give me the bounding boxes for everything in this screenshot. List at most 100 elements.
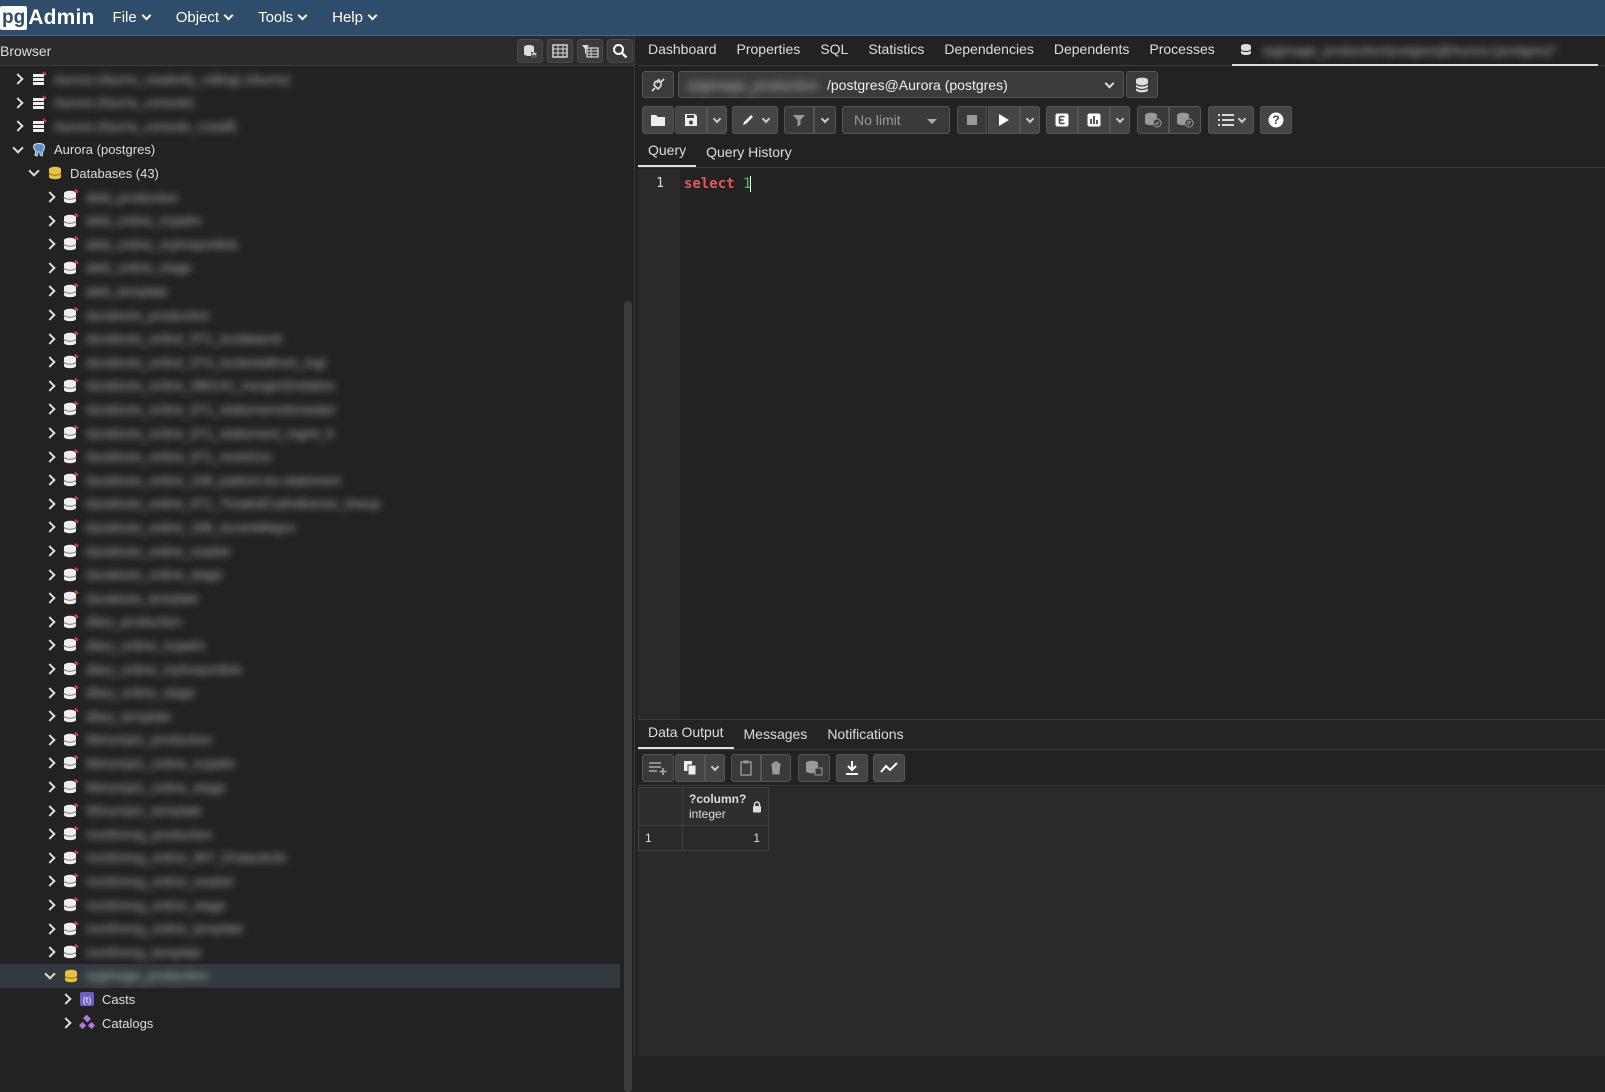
tree-server[interactable]: Aurora (rburns_console_rcstaff) bbox=[0, 114, 620, 138]
tree-catalogs[interactable]: Catalogs bbox=[0, 1011, 620, 1035]
chevron-right-icon[interactable] bbox=[42, 232, 58, 256]
cell-value[interactable]: 1 bbox=[682, 825, 769, 851]
tree-database[interactable]: morthmng_production bbox=[0, 822, 620, 846]
copy-button[interactable] bbox=[675, 754, 705, 782]
row-limit-select[interactable]: No limit bbox=[842, 106, 950, 134]
tree-casts[interactable]: (t) Casts bbox=[0, 987, 620, 1011]
chevron-right-icon[interactable] bbox=[42, 397, 58, 421]
tree-database[interactable]: dlary_online_myhreportlink bbox=[0, 657, 620, 681]
tree-database[interactable]: duratiosis_online_188_increntMapro bbox=[0, 515, 620, 539]
chevron-right-icon[interactable] bbox=[42, 917, 58, 941]
tab-sql[interactable]: SQL bbox=[810, 41, 858, 65]
tree-database[interactable]: duratiosis_online_386141_mergerl2relatio… bbox=[0, 374, 620, 398]
chevron-right-icon[interactable] bbox=[10, 67, 26, 91]
graph-visualiser-button[interactable] bbox=[873, 754, 905, 782]
connection-status-button[interactable] bbox=[642, 71, 674, 98]
chevron-right-icon[interactable] bbox=[42, 846, 58, 870]
tree-database[interactable]: duratiosis_online_108_patient.ino.statem… bbox=[0, 468, 620, 492]
tree-database[interactable]: morthmng_template bbox=[0, 940, 620, 964]
tree-database[interactable]: duratiosis_online_971_TreatedCutIndirect… bbox=[0, 492, 620, 516]
chevron-right-icon[interactable] bbox=[42, 657, 58, 681]
chevron-right-icon[interactable] bbox=[42, 421, 58, 445]
chevron-right-icon[interactable] bbox=[42, 209, 58, 233]
tree-database[interactable]: Winsmjsic_online_stage bbox=[0, 775, 620, 799]
code-line[interactable]: select 1 bbox=[684, 176, 752, 192]
menu-help[interactable]: Help bbox=[332, 9, 378, 26]
tab-properties[interactable]: Properties bbox=[727, 41, 811, 65]
table-row[interactable]: 1 1 bbox=[638, 825, 769, 851]
chevron-right-icon[interactable] bbox=[42, 751, 58, 775]
chevron-down-icon[interactable] bbox=[10, 138, 26, 162]
execute-button[interactable] bbox=[988, 106, 1020, 134]
chevron-right-icon[interactable] bbox=[42, 799, 58, 823]
new-connection-button[interactable] bbox=[1126, 71, 1158, 98]
row-number[interactable]: 1 bbox=[638, 825, 683, 851]
help-button[interactable]: ? bbox=[1260, 106, 1292, 134]
tree-server-aurora[interactable]: Aurora (postgres) bbox=[0, 138, 620, 162]
chevron-right-icon[interactable] bbox=[42, 681, 58, 705]
tab-processes[interactable]: Processes bbox=[1139, 41, 1224, 65]
tree-database[interactable]: dlary_online_ncjadm bbox=[0, 633, 620, 657]
save-options-dropdown[interactable] bbox=[707, 106, 727, 134]
tree-database[interactable]: duratiosis_template bbox=[0, 586, 620, 610]
query-tool-button[interactable] bbox=[517, 39, 543, 63]
menu-tools[interactable]: Tools bbox=[258, 9, 308, 26]
chevron-right-icon[interactable] bbox=[42, 539, 58, 563]
chevron-right-icon[interactable] bbox=[42, 256, 58, 280]
chevron-right-icon[interactable] bbox=[42, 822, 58, 846]
chevron-right-icon[interactable] bbox=[42, 893, 58, 917]
explain-button[interactable] bbox=[1046, 106, 1078, 134]
tree-databases-group[interactable]: Databases (43) bbox=[0, 161, 620, 185]
tree-database[interactable]: Winsmjsic_production bbox=[0, 728, 620, 752]
tree-database[interactable]: dlary_production bbox=[0, 610, 620, 634]
chevron-right-icon[interactable] bbox=[42, 775, 58, 799]
tab-data-output[interactable]: Data Output bbox=[638, 724, 734, 749]
tree-database[interactable]: debi_online_stage bbox=[0, 256, 620, 280]
add-row-button[interactable] bbox=[642, 754, 674, 782]
tree-database[interactable]: duratiosis_online_971_statioment_mgmt_fr bbox=[0, 421, 620, 445]
chevron-right-icon[interactable] bbox=[42, 445, 58, 469]
menu-object[interactable]: Object bbox=[176, 9, 234, 26]
open-file-button[interactable] bbox=[642, 106, 674, 134]
browser-scrollbar[interactable] bbox=[624, 301, 632, 1092]
chevron-right-icon[interactable] bbox=[58, 987, 74, 1011]
tab-messages[interactable]: Messages bbox=[734, 726, 818, 749]
tree-database[interactable]: Winsmjsic_online_ncjadm bbox=[0, 751, 620, 775]
chevron-right-icon[interactable] bbox=[42, 869, 58, 893]
chevron-right-icon[interactable] bbox=[42, 728, 58, 752]
chevron-right-icon[interactable] bbox=[42, 468, 58, 492]
tree-server[interactable]: Aurora (rburns_readonly_rolling) (rburns… bbox=[0, 67, 620, 91]
chevron-down-icon[interactable] bbox=[42, 964, 58, 988]
tree-database[interactable]: duratiosis_online_readsit bbox=[0, 539, 620, 563]
explain-options-dropdown[interactable] bbox=[1110, 106, 1130, 134]
tree-database[interactable]: duratiosis_online_974_incitestatfront_mg… bbox=[0, 350, 620, 374]
chevron-right-icon[interactable] bbox=[42, 492, 58, 516]
execute-options-dropdown[interactable] bbox=[1020, 106, 1040, 134]
tree-database[interactable]: morthmng_online_stage bbox=[0, 893, 620, 917]
rollback-button[interactable] bbox=[1169, 106, 1201, 134]
filter-options-dropdown[interactable] bbox=[814, 106, 836, 134]
tab-statistics[interactable]: Statistics bbox=[858, 41, 934, 65]
sql-editor[interactable]: 1 select 1 bbox=[638, 169, 1605, 719]
chevron-right-icon[interactable] bbox=[42, 279, 58, 303]
chevron-right-icon[interactable] bbox=[10, 114, 26, 138]
save-data-button[interactable] bbox=[798, 754, 830, 782]
tree-database[interactable]: debi_online_ncjadm bbox=[0, 209, 620, 233]
save-file-button[interactable] bbox=[675, 106, 707, 134]
cancel-query-button[interactable] bbox=[957, 106, 987, 134]
macros-button[interactable] bbox=[1208, 106, 1254, 134]
tree-database[interactable]: duratiosis_online_971_statiomemstonwater bbox=[0, 397, 620, 421]
download-button[interactable] bbox=[836, 754, 868, 782]
chevron-right-icon[interactable] bbox=[42, 704, 58, 728]
tab-query-tool[interactable]: rpgimage_production/postgres@Aurora (pos… bbox=[1232, 36, 1598, 66]
tab-dependents[interactable]: Dependents bbox=[1044, 41, 1140, 65]
tree-database[interactable]: debi_template bbox=[0, 279, 620, 303]
tree-database[interactable]: duratiosis_online_971_iscdataentr bbox=[0, 327, 620, 351]
row-number-header[interactable] bbox=[638, 787, 683, 826]
chevron-right-icon[interactable] bbox=[42, 586, 58, 610]
menu-file[interactable]: File bbox=[113, 9, 152, 26]
chevron-right-icon[interactable] bbox=[10, 91, 26, 115]
search-objects-button[interactable] bbox=[607, 39, 633, 63]
filtered-rows-button[interactable] bbox=[577, 39, 603, 63]
tree-database[interactable]: debi_production bbox=[0, 185, 620, 209]
